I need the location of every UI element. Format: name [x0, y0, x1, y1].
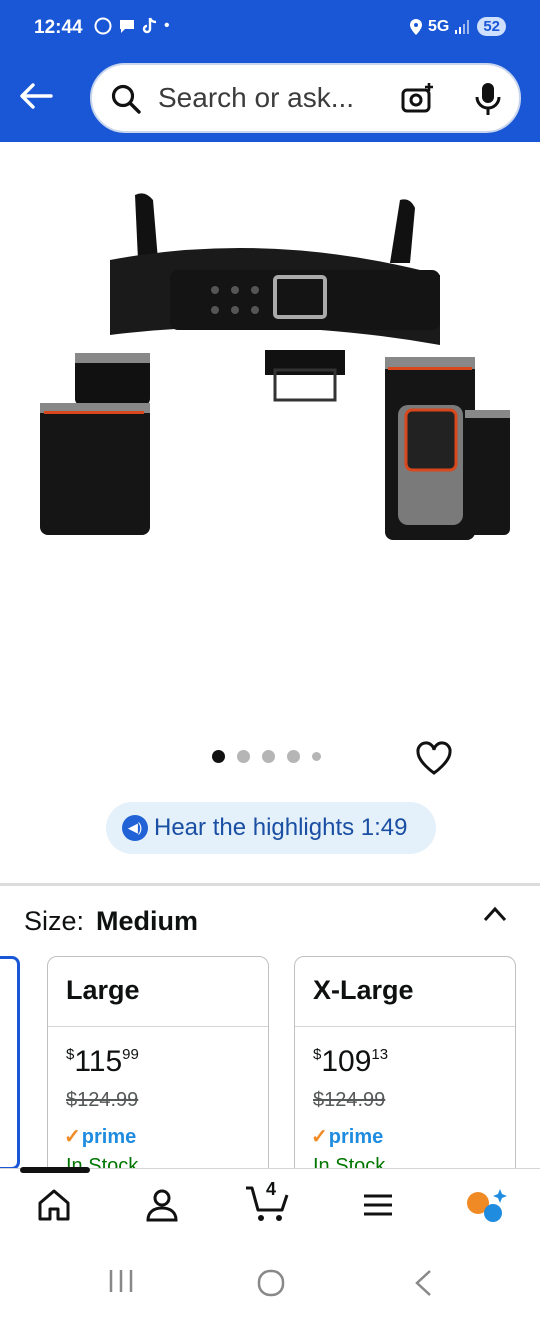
status-right: 5G 52: [409, 17, 506, 36]
carousel-dots[interactable]: [212, 750, 321, 763]
cart-button[interactable]: 4: [244, 1179, 292, 1228]
status-bar: 12:44 • 5G 52: [0, 0, 540, 58]
size-selected-value: Medium: [96, 906, 199, 936]
system-nav-bar: [0, 1248, 540, 1320]
size-card-price: $11599: [66, 1045, 139, 1078]
search-input[interactable]: Search or ask...: [90, 63, 521, 133]
back-button[interactable]: [14, 74, 58, 118]
tiktok-icon: [142, 17, 157, 34]
whatsapp-icon: [94, 17, 112, 35]
app-header: 12:44 • 5G 52 Search or ask...: [0, 0, 540, 142]
cart-count: 4: [266, 1179, 277, 1199]
prime-check-icon: ✓: [64, 1126, 81, 1148]
camera-search-icon: [401, 83, 433, 113]
menu-icon[interactable]: [360, 1187, 396, 1223]
size-card-price: $10913: [313, 1045, 389, 1078]
size-label: Size:: [24, 906, 85, 936]
signal-icon: [455, 19, 470, 34]
product-image[interactable]: [20, 185, 520, 555]
chevron-up-icon[interactable]: [482, 904, 508, 924]
carousel-dot[interactable]: [287, 750, 300, 763]
carousel-dot[interactable]: [262, 750, 275, 763]
section-divider: [0, 883, 540, 886]
status-time: 12:44: [34, 17, 83, 38]
network-label: 5G: [427, 17, 450, 35]
size-selector-header[interactable]: Size: Medium: [24, 906, 198, 937]
heart-icon[interactable]: [415, 740, 453, 776]
microphone-icon: [475, 83, 501, 115]
carousel-dot[interactable]: [312, 752, 321, 761]
carousel-dot[interactable]: [237, 750, 250, 763]
size-card-x-large[interactable]: X-Large $10913 $124.99 ✓prime In Stock: [294, 956, 516, 1186]
hear-highlights-label: Hear the highlights 1:49: [154, 814, 408, 841]
rufus-assistant-icon[interactable]: [464, 1187, 508, 1227]
size-card-medium-selected[interactable]: [0, 956, 20, 1170]
home-icon[interactable]: [36, 1187, 72, 1223]
location-icon: [409, 18, 422, 35]
size-card-title: X-Large: [295, 957, 515, 1027]
prime-badge: ✓prime: [64, 1126, 137, 1148]
chat-icon: [120, 20, 134, 33]
notification-icons: •: [94, 17, 170, 35]
prime-check-icon: ✓: [311, 1126, 328, 1148]
home-system-icon[interactable]: [256, 1268, 286, 1298]
size-card-list-price: $124.99: [66, 1089, 139, 1111]
search-placeholder: Search or ask...: [158, 82, 355, 113]
battery-badge: 52: [477, 17, 506, 36]
tool-belt-image: [40, 193, 510, 540]
size-card-large[interactable]: Large $11599 $124.99 ✓prime In Stock: [47, 956, 269, 1186]
bottom-nav: 4: [0, 1168, 540, 1248]
scroll-indicator: [20, 1167, 90, 1173]
size-card-title: Large: [48, 957, 268, 1027]
speaker-icon: ◀): [122, 815, 148, 841]
hear-highlights-button[interactable]: ◀) Hear the highlights 1:49: [106, 802, 436, 854]
back-system-icon[interactable]: [412, 1268, 434, 1298]
prime-badge: ✓prime: [311, 1126, 384, 1148]
back-arrow-icon: [20, 83, 53, 109]
carousel-dot[interactable]: [212, 750, 225, 763]
recent-apps-icon[interactable]: [106, 1268, 136, 1294]
account-icon[interactable]: [144, 1187, 180, 1223]
search-icon: [111, 84, 141, 114]
size-card-list-price: $124.99: [313, 1089, 386, 1111]
